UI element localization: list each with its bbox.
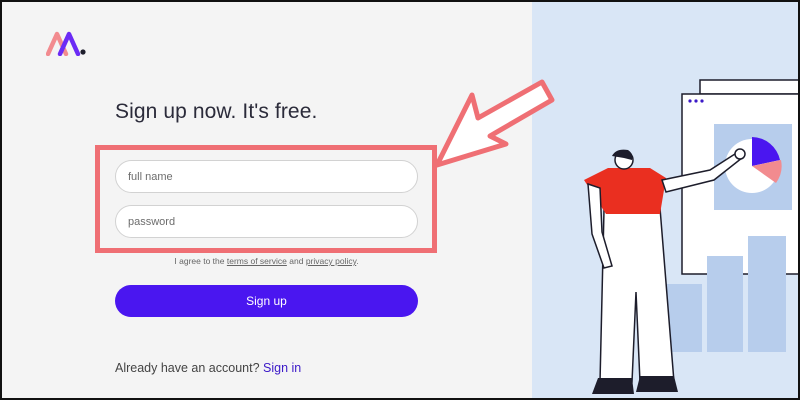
brand-logo-icon	[46, 31, 86, 56]
agree-prefix: I agree to the	[174, 256, 225, 266]
sign-in-link[interactable]: Sign in	[263, 361, 301, 375]
illustration-panel	[532, 2, 798, 398]
sign-in-prompt-text: Already have an account?	[115, 361, 260, 375]
red-arrow-icon	[434, 79, 555, 168]
agree-suffix: .	[356, 256, 359, 266]
terms-agreement-text: I agree to the terms of service and priv…	[115, 256, 418, 266]
agree-and: and	[289, 256, 304, 266]
person-presenting-chart-illustration	[584, 79, 798, 394]
sign-in-prompt: Already have an account? Sign in	[115, 361, 301, 375]
annotation-highlight-box	[95, 145, 437, 253]
privacy-policy-link[interactable]: privacy policy	[306, 256, 356, 266]
page-title: Sign up now. It's free.	[115, 100, 318, 123]
page-frame: Sign up now. It's free. I agree to the t…	[0, 0, 800, 400]
signup-panel: Sign up now. It's free. I agree to the t…	[2, 2, 532, 398]
terms-of-service-link[interactable]: terms of service	[227, 256, 287, 266]
sign-up-button[interactable]: Sign up	[115, 285, 418, 317]
